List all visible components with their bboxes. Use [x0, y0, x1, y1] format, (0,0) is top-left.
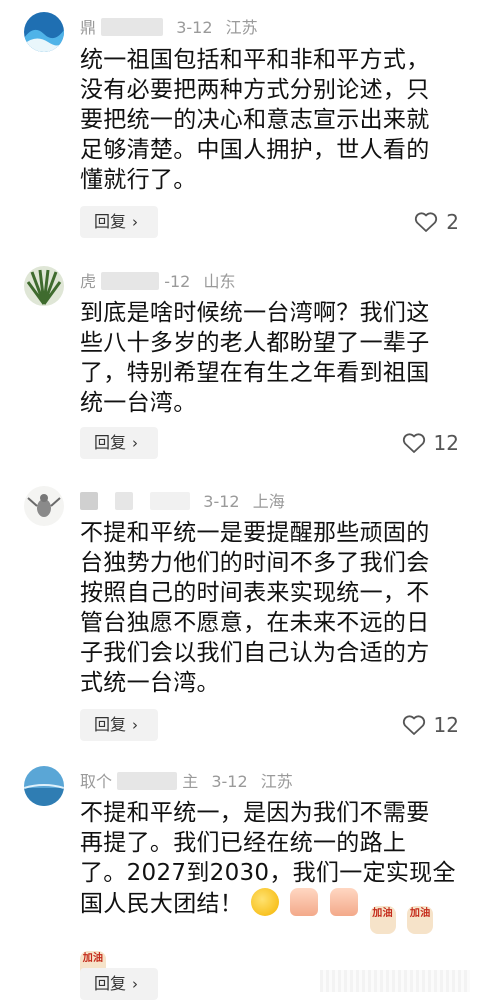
reply-button[interactable]: 回复 ›: [80, 968, 158, 1000]
reply-button[interactable]: 回复 ›: [80, 427, 158, 459]
text-line: 再提了。我们已经在统一的路上: [80, 830, 407, 856]
chevron-right-icon: ›: [132, 434, 139, 452]
redacted-username: [115, 492, 134, 510]
like-count: 12: [433, 431, 459, 455]
redacted-username: [117, 772, 178, 790]
smirk-face-emoji-icon: [250, 888, 279, 916]
text-line: 式统一台湾。: [80, 670, 220, 696]
comment-location: 上海: [252, 492, 285, 511]
text-line: 按照自己的时间表来实现统一，不: [80, 580, 430, 606]
reply-button[interactable]: 回复 ›: [80, 709, 158, 741]
reply-label: 回复: [94, 715, 127, 734]
chevron-right-icon: ›: [132, 975, 139, 993]
thumbs-up-emoji-icon: [329, 888, 358, 916]
comment-meta: 3-12 上海: [80, 488, 285, 512]
text-line: 统一祖国包括和平和非和平方式，: [80, 47, 430, 73]
text-line: 统一台湾。: [80, 390, 197, 416]
like-count: 12: [433, 713, 459, 737]
thumbs-up-emoji-icon: [290, 888, 319, 916]
comment-date: 3-12: [211, 772, 248, 791]
jiayou-emoji-icon: 加油: [369, 906, 396, 934]
heart-outline-icon: [415, 212, 438, 232]
comment-text: 不提和平统一，是因为我们不需要 再提了。我们已经在统一的路上 了。2027到20…: [80, 798, 470, 979]
comment-location: 江苏: [260, 772, 293, 791]
username-suffix: 主: [182, 772, 199, 791]
redacted-username: [80, 492, 98, 510]
text-line: 到底是啥时候统一台湾啊？我们这: [80, 300, 430, 326]
username[interactable]: 虎: [80, 272, 96, 291]
like-button[interactable]: 12: [402, 427, 459, 459]
reply-label: 回复: [94, 974, 127, 993]
reply-label: 回复: [94, 212, 127, 231]
text-line: 了，特别希望在有生之年看到祖国: [80, 360, 430, 386]
text-line: 些八十多岁的老人都盼望了一辈子: [80, 330, 430, 356]
redacted-username: [101, 18, 164, 36]
watermark: [320, 970, 470, 992]
text-line: 没有必要把两种方式分别论述，只: [80, 77, 430, 103]
redacted-username: [101, 272, 160, 290]
text-line: 台独势力他们的时间不多了我们会: [80, 550, 430, 576]
like-count: 2: [446, 210, 459, 234]
text-line: 懂就行了。: [80, 167, 197, 193]
user-avatar[interactable]: [24, 766, 64, 806]
comment-date: 3-12: [203, 492, 240, 511]
comment-text: 到底是啥时候统一台湾啊？我们这 些八十多岁的老人都盼望了一辈子 了，特别希望在有…: [80, 298, 470, 418]
comment-location: 山东: [203, 272, 236, 291]
comment-text: 不提和平统一是要提醒那些顽固的 台独势力他们的时间不多了我们会 按照自己的时间表…: [80, 518, 470, 698]
comment-meta: 鼎 3-12 江苏: [80, 14, 258, 38]
chevron-right-icon: ›: [132, 716, 139, 734]
text-line: 不提和平统一，是因为我们不需要: [80, 800, 430, 826]
user-avatar[interactable]: [24, 266, 64, 306]
chevron-right-icon: ›: [132, 213, 139, 231]
comment-date: 3-12: [176, 18, 213, 37]
comment-text: 统一祖国包括和平和非和平方式， 没有必要把两种方式分别论述，只 要把统一的决心和…: [80, 45, 470, 195]
comment-date: -12: [164, 272, 191, 291]
redacted-username: [150, 492, 191, 510]
reply-label: 回复: [94, 433, 127, 452]
text-line: 要把统一的决心和意志宣示出来就: [80, 107, 430, 133]
text-line: 不提和平统一是要提醒那些顽固的: [80, 520, 430, 546]
like-button[interactable]: 12: [402, 709, 459, 741]
text-line: 子我们会以我们自己认为合适的方: [80, 640, 430, 666]
comment-meta: 虎 -12 山东: [80, 268, 235, 292]
user-avatar[interactable]: [24, 486, 64, 526]
heart-outline-icon: [402, 715, 425, 735]
like-button[interactable]: 2: [414, 206, 459, 238]
username[interactable]: 鼎: [80, 18, 96, 37]
user-avatar[interactable]: [24, 12, 64, 52]
jiayou-emoji-icon: 加油: [407, 906, 434, 934]
text-line: 足够清楚。中国人拥护，世人看的: [80, 137, 430, 163]
reply-button[interactable]: 回复 ›: [80, 206, 158, 238]
comment-location: 江苏: [225, 18, 258, 37]
text-line: 国人民大团结！ 加油 加油: [80, 888, 470, 934]
heart-outline-icon: [402, 433, 425, 453]
text-segment: 国人民大团结！: [80, 891, 244, 917]
username[interactable]: 取个: [80, 772, 112, 791]
text-line: 管台独愿不愿意，在未来不远的日: [80, 610, 430, 636]
text-line: 了。2027到2030，我们一定实现全: [80, 860, 456, 886]
comment-meta: 取个 主 3-12 江苏: [80, 768, 293, 792]
